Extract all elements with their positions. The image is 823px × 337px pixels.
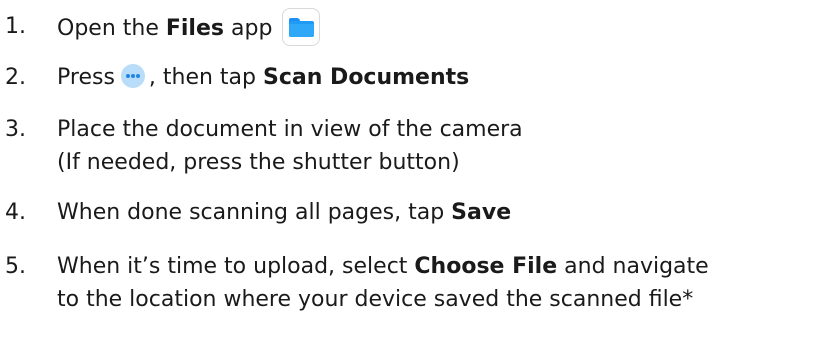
step-text-line-2: (If needed, press the shutter button) xyxy=(57,150,460,175)
save-label: Save xyxy=(451,200,512,225)
step-number: 1. xyxy=(5,14,26,39)
files-app-icon xyxy=(282,8,321,46)
step-text-line-2: to the location where your device saved … xyxy=(57,287,694,312)
step-number: 3. xyxy=(5,117,26,142)
step-text: Press, then tap Scan Documents xyxy=(57,64,470,90)
step-text: When done scanning all pages, tap Save xyxy=(57,200,512,225)
more-icon xyxy=(120,64,145,88)
step-number: 2. xyxy=(5,65,26,90)
step-number: 5. xyxy=(5,254,26,279)
step-text: Open the Files app xyxy=(57,8,321,48)
step-number: 4. xyxy=(5,200,26,225)
scan-documents-label: Scan Documents xyxy=(263,65,470,90)
instruction-steps: 1. Open the Files app 2. Press, then tap… xyxy=(0,0,823,337)
files-app-name: Files xyxy=(165,16,224,41)
step-text-line-1: When it’s time to upload, select Choose … xyxy=(57,254,709,279)
step-text-line-1: Place the document in view of the camera xyxy=(57,117,523,142)
choose-file-label: Choose File xyxy=(414,254,558,279)
